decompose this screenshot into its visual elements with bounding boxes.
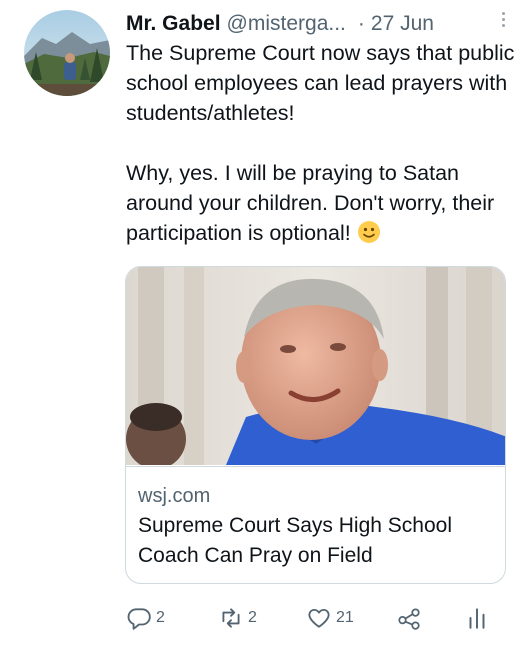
analytics-button[interactable]	[464, 598, 490, 638]
card-image	[126, 267, 505, 465]
avatar[interactable]	[24, 10, 110, 96]
reply-button[interactable]: 2	[126, 598, 165, 638]
reply-count: 2	[156, 609, 165, 626]
tweet-body: The Supreme Court now says that public s…	[126, 41, 515, 245]
like-button[interactable]: 21	[306, 598, 354, 638]
like-count: 21	[336, 609, 354, 626]
tweet-text: The Supreme Court now says that public s…	[126, 38, 518, 248]
card-domain: wsj.com	[138, 485, 211, 507]
reply-icon	[126, 605, 152, 631]
retweet-icon	[218, 605, 244, 631]
retweet-count: 2	[248, 609, 257, 626]
retweet-button[interactable]: 2	[218, 598, 257, 638]
separator-dot: ·	[357, 12, 365, 35]
share-button[interactable]	[396, 598, 422, 638]
more-icon[interactable]	[496, 10, 510, 32]
link-card[interactable]: wsj.com Supreme Court Says High School C…	[125, 266, 506, 584]
author-name[interactable]: Mr. Gabel	[126, 12, 221, 36]
avatar-image	[24, 10, 110, 96]
like-icon	[306, 605, 332, 631]
author-handle[interactable]: @misterga...	[227, 12, 346, 36]
action-bar: 2 2 21	[126, 598, 516, 638]
card-title: Supreme Court Says High School Coach Can…	[138, 514, 452, 567]
timestamp[interactable]: 27 Jun	[371, 12, 434, 36]
smiling-face-icon	[357, 220, 381, 244]
share-icon	[396, 605, 422, 631]
tweet-header: Mr. Gabel @misterga... · 27 Jun	[126, 10, 516, 38]
analytics-icon	[464, 605, 490, 631]
card-body: wsj.com Supreme Court Says High School C…	[126, 466, 505, 583]
